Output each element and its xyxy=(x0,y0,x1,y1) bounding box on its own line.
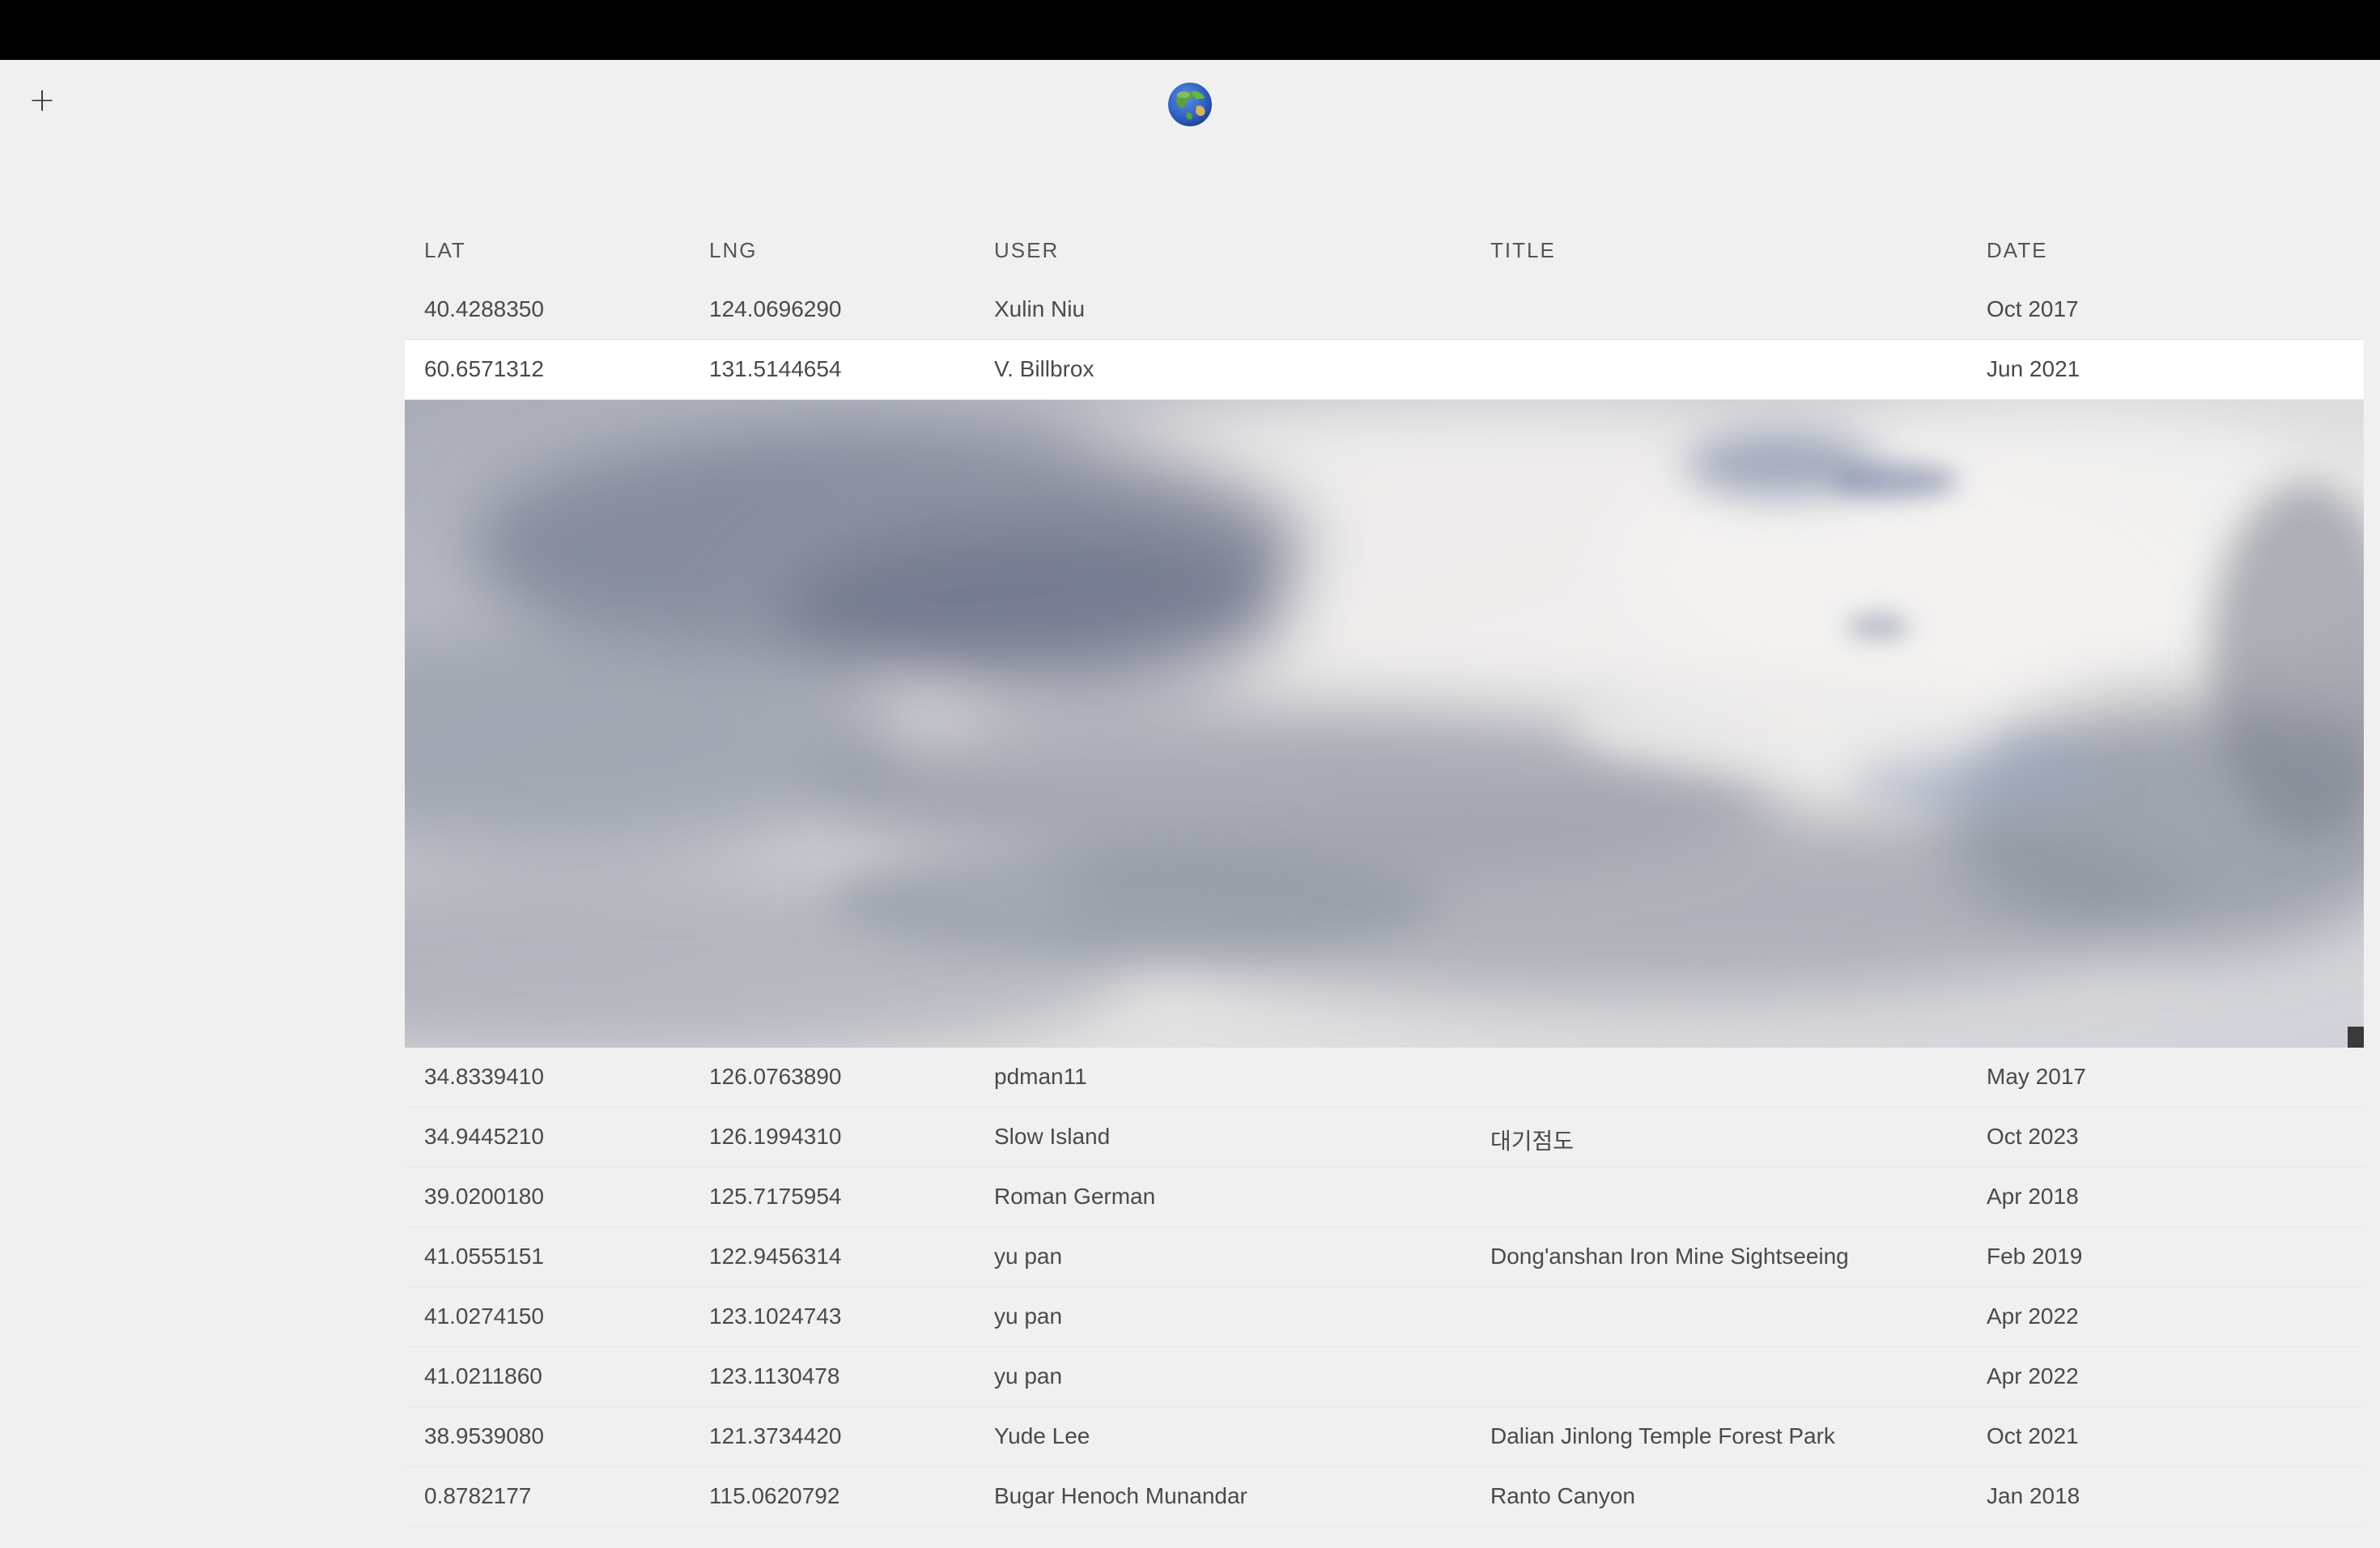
cell-lng: 131.5144654 xyxy=(709,356,842,381)
cell-date: Apr 2018 xyxy=(1987,1184,2079,1209)
cell-lng: 121.3734420 xyxy=(709,1423,842,1448)
cell-lng: 122.9456314 xyxy=(709,1244,842,1269)
cell-lat: 0.8782177 xyxy=(424,1483,532,1508)
cell-date: Apr 2022 xyxy=(1987,1363,2079,1389)
cell-user: Xulin Niu xyxy=(994,296,1086,321)
column-header-title[interactable]: TITLE xyxy=(1490,238,1556,263)
globe-icon xyxy=(1167,82,1213,127)
table-row[interactable]: 60.6571312 131.5144654 V. Billbrox Jun 2021 xyxy=(405,340,2364,400)
cell-date: Feb 2019 xyxy=(1987,1244,2083,1269)
cell-lat: 41.0274150 xyxy=(424,1303,544,1329)
cell-lng: 115.0620792 xyxy=(709,1483,840,1508)
cell-lng: 125.7175954 xyxy=(709,1184,842,1209)
cell-lat: 41.0555151 xyxy=(424,1244,544,1269)
cell-date: May 2017 xyxy=(1987,1064,2086,1089)
cell-lng: 123.1130478 xyxy=(709,1363,840,1389)
table-row[interactable]: 40.4288350 124.0696290 Xulin Niu Oct 2017 xyxy=(405,280,2364,340)
column-header-date[interactable]: DATE xyxy=(1987,238,2047,263)
cell-date: Jun 2021 xyxy=(1987,356,2080,381)
cell-lat: 60.6571312 xyxy=(424,356,544,381)
cell-user: pdman11 xyxy=(994,1064,1087,1089)
table-row[interactable]: 39.0200180 125.7175954 Roman German Apr 201… xyxy=(405,1167,2364,1227)
cell-user: Yude Lee xyxy=(994,1423,1090,1448)
cell-date: Oct 2017 xyxy=(1987,296,2079,321)
cell-title: Dalian Jinlong Temple Forest Park xyxy=(1490,1423,1835,1448)
cell-user: yu pan xyxy=(994,1244,1063,1269)
table-row[interactable]: 41.0211860 123.1130478 yu pan Apr 2022 xyxy=(405,1347,2364,1407)
table-row[interactable]: 38.9539080 121.3734420 Yude Lee Dalian Jinl… xyxy=(405,1407,2364,1467)
cell-title: Dong'anshan Iron Mine Sightseeing xyxy=(1490,1244,1849,1269)
cell-lat: 38.9539080 xyxy=(424,1423,544,1448)
cell-user: yu pan xyxy=(994,1363,1063,1389)
table-row[interactable]: 34.8339410 126.0763890 pdman11 May 2017 xyxy=(405,1048,2364,1108)
column-header-lng[interactable]: LNG xyxy=(709,238,757,263)
cell-user: Slow Island xyxy=(994,1124,1111,1149)
table-row[interactable]: 0.8782177 115.0620792 Bugar Henoch Munanda… xyxy=(405,1467,2364,1527)
photo-preview[interactable] xyxy=(405,400,2364,1048)
cell-lat: 34.8339410 xyxy=(424,1064,544,1089)
cell-date: Jan 2018 xyxy=(1987,1483,2080,1508)
cell-lat: 41.0211860 xyxy=(424,1363,542,1389)
table-row[interactable]: 34.9445210 126.1994310 Slow Island 대기점도 Oct … xyxy=(405,1108,2364,1167)
locations-table: LAT LNG USER TITLE DATE 40.4288350 124.06… xyxy=(405,219,2364,1527)
cell-date: Oct 2023 xyxy=(1987,1124,2079,1149)
table-row[interactable]: 41.0274150 123.1024743 yu pan Apr 2022 xyxy=(405,1287,2364,1347)
column-header-lat[interactable]: LAT xyxy=(424,238,466,263)
cell-lat: 39.0200180 xyxy=(424,1184,544,1209)
cell-user: Roman German xyxy=(994,1184,1156,1209)
column-header-user[interactable]: USER xyxy=(994,238,1059,263)
add-button[interactable]: + xyxy=(24,83,60,118)
cell-user: V. Billbrox xyxy=(994,356,1094,381)
cell-lat: 34.9445210 xyxy=(424,1124,544,1149)
cell-date: Apr 2022 xyxy=(1987,1303,2079,1329)
cell-user: Bugar Henoch Munandar xyxy=(994,1483,1247,1508)
resize-handle[interactable] xyxy=(2348,1027,2364,1048)
cell-date: Oct 2021 xyxy=(1987,1423,2079,1448)
cell-user: yu pan xyxy=(994,1303,1063,1329)
cell-title: Ranto Canyon xyxy=(1490,1483,1636,1508)
cell-lng: 126.0763890 xyxy=(709,1064,842,1089)
table-header: LAT LNG USER TITLE DATE xyxy=(405,219,2364,280)
cell-lat: 40.4288350 xyxy=(424,296,544,321)
cell-title: 대기점도 xyxy=(1490,1129,1575,1154)
cell-lng: 123.1024743 xyxy=(709,1303,842,1329)
cell-lng: 124.0696290 xyxy=(709,296,842,321)
table-row[interactable]: 41.0555151 122.9456314 yu pan Dong'anshan I… xyxy=(405,1227,2364,1287)
top-bar xyxy=(0,0,2380,60)
cell-lng: 126.1994310 xyxy=(709,1124,842,1149)
